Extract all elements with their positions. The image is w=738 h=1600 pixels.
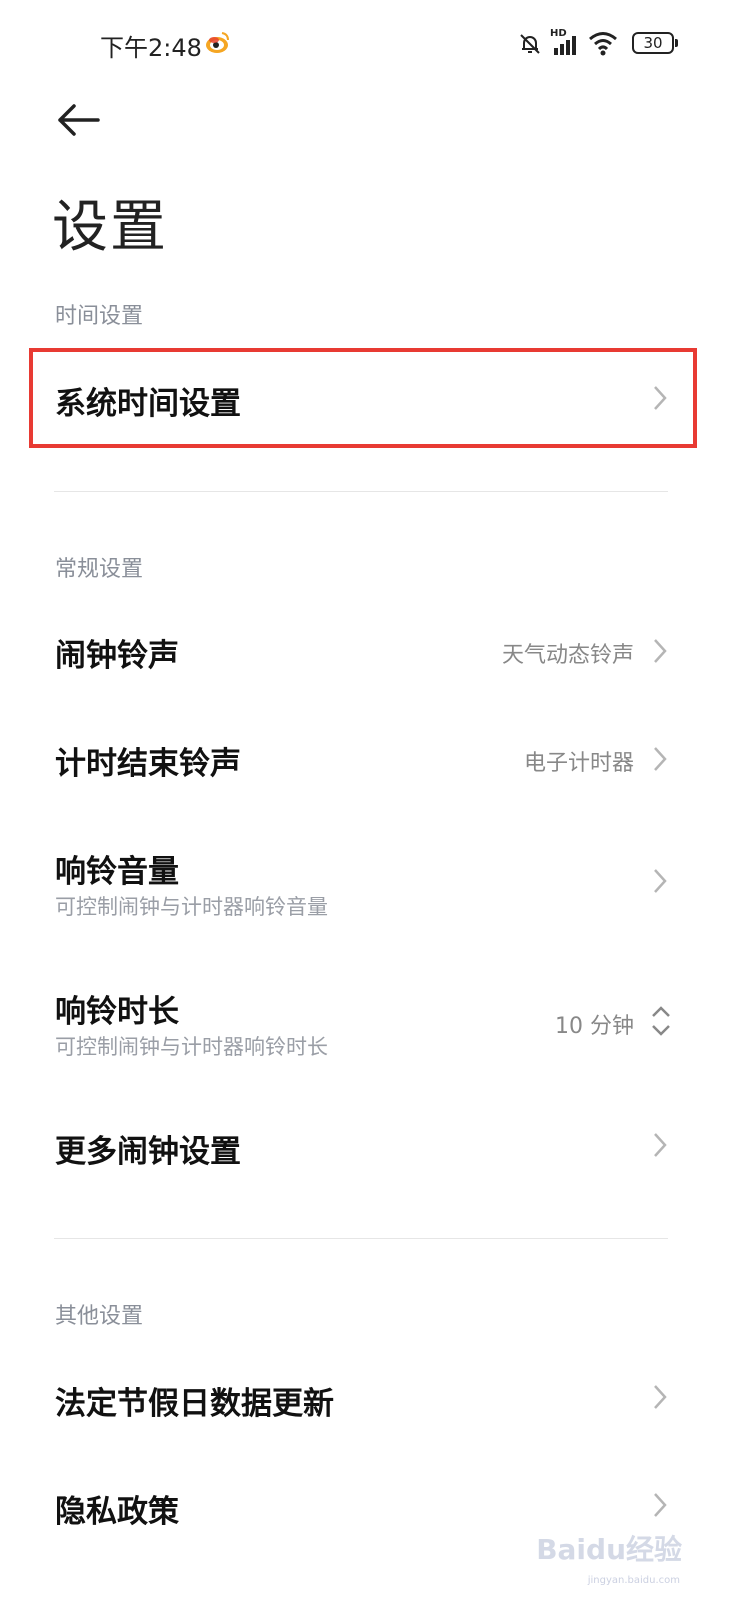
row-label: 响铃音量	[55, 854, 179, 890]
row-label: 法定节假日数据更新	[55, 1386, 334, 1422]
section-header-general: 常规设置	[55, 557, 144, 582]
settings-row-holiday-update[interactable]: 法定节假日数据更新	[0, 1350, 738, 1450]
chevron-right-icon	[654, 1133, 667, 1157]
settings-row-ring-duration[interactable]: 响铃时长 可控制闹钟与计时器响铃时长 10 分钟	[0, 968, 738, 1078]
section-header-other: 其他设置	[55, 1304, 144, 1329]
settings-row-more-alarm[interactable]: 更多闹钟设置	[0, 1098, 738, 1198]
divider	[54, 1238, 668, 1239]
settings-row-timer-ringtone[interactable]: 计时结束铃声 电子计时器	[0, 708, 738, 808]
page-title: 设置	[52, 195, 168, 260]
signal-icon	[554, 36, 576, 55]
chevron-right-icon	[654, 639, 667, 663]
status-time: 下午2:48	[100, 34, 202, 62]
watermark-url: jingyan.baidu.com	[587, 1575, 680, 1586]
status-bar: 下午2:48 HD 30	[0, 0, 738, 90]
row-label: 计时结束铃声	[55, 746, 241, 782]
back-button[interactable]	[54, 100, 104, 140]
mute-bell-icon	[520, 34, 540, 54]
chevron-right-icon	[654, 1493, 667, 1517]
row-label: 隐私政策	[55, 1494, 179, 1530]
watermark: Baidu经验	[536, 1533, 682, 1566]
settings-row-alarm-ringtone[interactable]: 闹钟铃声 天气动态铃声	[0, 600, 738, 700]
chevron-right-icon	[654, 747, 667, 771]
settings-row-ring-volume[interactable]: 响铃音量 可控制闹钟与计时器响铃音量	[0, 828, 738, 938]
battery-indicator: 30	[632, 32, 678, 54]
row-value: 天气动态铃声	[501, 643, 634, 668]
row-value: 电子计时器	[523, 751, 634, 776]
row-value: 10 分钟	[555, 1014, 634, 1039]
chevron-right-icon	[654, 869, 667, 893]
section-header-time: 时间设置	[55, 304, 144, 329]
divider	[54, 491, 668, 492]
row-label: 响铃时长	[55, 994, 179, 1030]
row-subtitle: 可控制闹钟与计时器响铃时长	[55, 1035, 328, 1059]
weibo-icon	[206, 32, 229, 53]
row-subtitle: 可控制闹钟与计时器响铃音量	[55, 895, 328, 919]
row-label: 闹钟铃声	[55, 638, 179, 674]
chevron-right-icon	[654, 1385, 667, 1409]
wifi-icon	[589, 32, 617, 56]
row-label: 更多闹钟设置	[55, 1134, 241, 1170]
highlight-box	[29, 348, 697, 448]
up-down-arrow-icon	[652, 1006, 670, 1036]
